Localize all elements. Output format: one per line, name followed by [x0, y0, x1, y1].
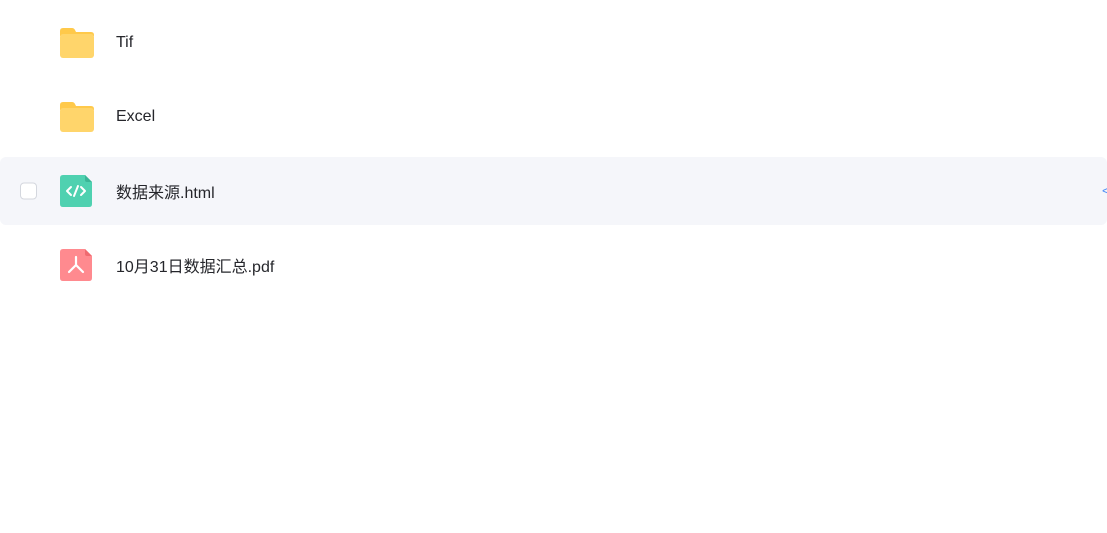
folder-icon	[58, 26, 96, 60]
file-name: 10月31日数据汇总.pdf	[116, 259, 275, 276]
file-name: 数据来源.html	[116, 185, 215, 202]
file-row-excel[interactable]: Excel	[0, 83, 1107, 151]
file-row-tif[interactable]: Tif	[0, 9, 1107, 77]
file-list: Tif Excel 数据来源.html < 10月31日数据汇总.pdf	[0, 0, 1107, 533]
pdf-file-icon	[58, 248, 96, 282]
file-name: Excel	[116, 108, 156, 125]
select-checkbox[interactable]	[20, 182, 37, 200]
html-file-icon	[58, 174, 96, 208]
folder-icon	[58, 100, 96, 134]
more-actions-icon[interactable]: <	[1102, 184, 1107, 198]
file-name: Tif	[116, 34, 134, 51]
file-row-html[interactable]: 数据来源.html <	[0, 157, 1107, 225]
file-row-pdf[interactable]: 10月31日数据汇总.pdf	[0, 231, 1107, 299]
